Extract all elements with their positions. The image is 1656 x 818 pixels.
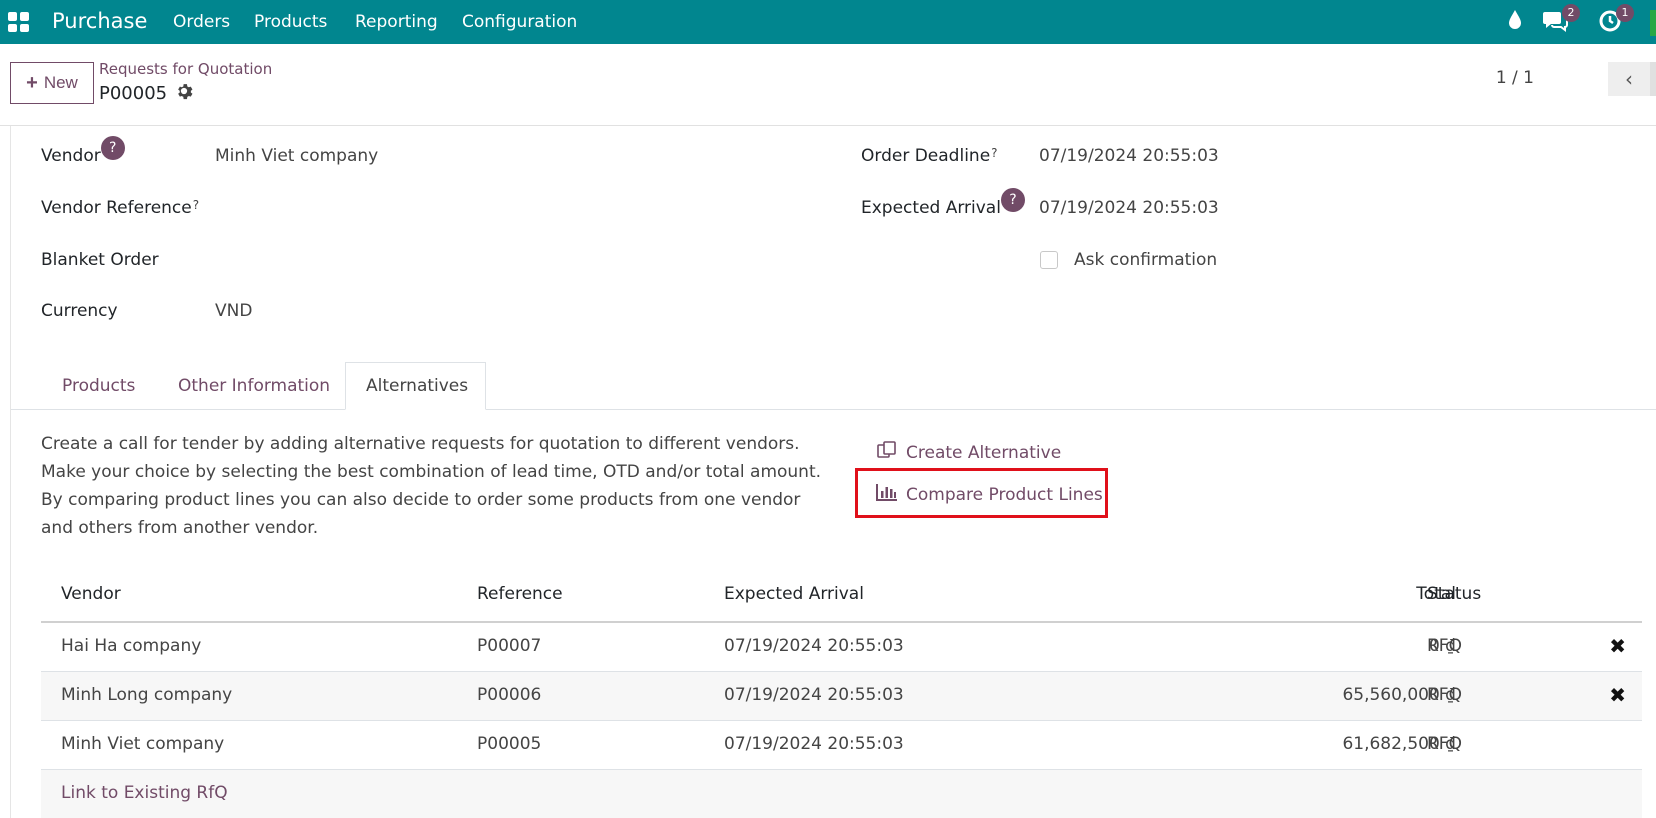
apps-menu-icon[interactable]: [8, 12, 30, 32]
breadcrumb-link[interactable]: Requests for Quotation: [99, 60, 272, 78]
vendor-cell: Hai Ha company: [61, 636, 202, 656]
expected-arrival-cell: 07/19/2024 20:55:03: [724, 734, 904, 754]
sheet-border: [10, 126, 11, 818]
table-row[interactable]: Hai Ha company P00007 07/19/2024 20:55:0…: [41, 623, 1642, 672]
vendor-cell: Minh Long company: [61, 685, 233, 705]
user-avatar[interactable]: [1650, 10, 1656, 36]
column-reference[interactable]: Reference: [477, 584, 563, 604]
table-row[interactable]: Minh Viet company P00005 07/19/2024 20:5…: [41, 721, 1642, 770]
reference-cell: P00005: [477, 734, 542, 754]
tab-other-information[interactable]: Other Information: [158, 362, 350, 410]
activities-badge: 1: [1616, 4, 1634, 22]
menu-configuration[interactable]: Configuration: [462, 12, 577, 32]
currency-label: Currency: [41, 301, 118, 321]
blanket-order-field[interactable]: [215, 250, 775, 274]
menu-orders[interactable]: Orders: [173, 12, 230, 32]
messages-icon[interactable]: 2: [1542, 4, 1580, 36]
chevron-left-icon: ‹: [1625, 67, 1633, 91]
create-alternative-label: Create Alternative: [906, 442, 1062, 463]
total-cell: 65,560,000 ₫: [1342, 685, 1456, 705]
column-expected-arrival[interactable]: Expected Arrival: [724, 584, 864, 604]
control-panel: + New Requests for Quotation P00005 1 / …: [0, 44, 1656, 126]
total-cell: 0 ₫: [1428, 636, 1456, 656]
tab-alternatives[interactable]: Alternatives: [345, 362, 486, 410]
ask-confirmation-checkbox[interactable]: [1040, 251, 1058, 269]
pager-previous-button[interactable]: ‹: [1608, 62, 1650, 96]
ask-confirmation-label: Ask confirmation: [1074, 250, 1218, 270]
menu-products[interactable]: Products: [254, 12, 327, 32]
vendor-field[interactable]: Minh Viet company: [215, 146, 378, 166]
link-existing-rfq-button[interactable]: Link to Existing RfQ: [61, 783, 228, 803]
create-alternative-button[interactable]: Create Alternative: [876, 440, 1061, 465]
help-icon[interactable]: ?: [100, 136, 125, 160]
expected-arrival-cell: 07/19/2024 20:55:03: [724, 685, 904, 705]
column-status[interactable]: Status: [1427, 584, 1481, 604]
remove-icon[interactable]: ✖: [1609, 634, 1626, 658]
expected-arrival-cell: 07/19/2024 20:55:03: [724, 636, 904, 656]
status-cell: RFQ: [1427, 685, 1462, 705]
top-navbar: Purchase Orders Products Reporting Confi…: [0, 0, 1656, 44]
new-button[interactable]: + New: [10, 62, 94, 104]
tab-products[interactable]: Products: [42, 362, 155, 410]
activities-icon[interactable]: 1: [1598, 4, 1634, 36]
vendor-reference-label: Vendor Reference?: [41, 198, 200, 218]
order-deadline-field[interactable]: 07/19/2024 20:55:03: [1039, 146, 1219, 166]
reference-cell: P00006: [477, 685, 542, 705]
gear-icon[interactable]: [175, 82, 193, 105]
vendor-reference-help[interactable]: ?: [193, 198, 199, 212]
link-existing-rfq-row: Link to Existing RfQ: [41, 770, 1642, 818]
table-row[interactable]: Minh Long company P00006 07/19/2024 20:5…: [41, 672, 1642, 721]
total-cell: 61,682,500 ₫: [1342, 734, 1456, 754]
expected-arrival-label: Expected Arrival?: [861, 188, 1025, 218]
highlight-box: [855, 468, 1108, 518]
record-name: P00005: [99, 83, 168, 104]
messages-badge: 2: [1562, 4, 1580, 22]
column-vendor[interactable]: Vendor: [61, 584, 121, 604]
pager-value[interactable]: 1 / 1: [1496, 68, 1534, 88]
help-icon[interactable]: ?: [1000, 188, 1025, 212]
expected-arrival-field[interactable]: 07/19/2024 20:55:03: [1039, 198, 1219, 218]
vendor-cell: Minh Viet company: [61, 734, 225, 754]
record-title: P00005: [99, 82, 193, 105]
vendor-reference-field[interactable]: [215, 198, 775, 222]
currency-field[interactable]: VND: [215, 301, 252, 321]
order-deadline-label: Order Deadline?: [861, 146, 998, 166]
app-name[interactable]: Purchase: [52, 9, 147, 33]
order-deadline-help[interactable]: ?: [991, 146, 997, 160]
drop-icon[interactable]: [1505, 8, 1529, 36]
remove-icon[interactable]: ✖: [1609, 683, 1626, 707]
menu-reporting[interactable]: Reporting: [355, 12, 438, 32]
status-cell: RFQ: [1427, 636, 1462, 656]
reference-cell: P00007: [477, 636, 542, 656]
copy-icon: [876, 440, 898, 465]
status-cell: RFQ: [1427, 734, 1462, 754]
vendor-label: Vendor?: [41, 136, 125, 166]
plus-icon: +: [26, 71, 38, 94]
pager-next-button[interactable]: [1650, 62, 1656, 96]
alternatives-description: Create a call for tender by adding alter…: [41, 434, 822, 538]
blanket-order-label: Blanket Order: [41, 250, 159, 270]
new-button-label: New: [43, 73, 78, 92]
